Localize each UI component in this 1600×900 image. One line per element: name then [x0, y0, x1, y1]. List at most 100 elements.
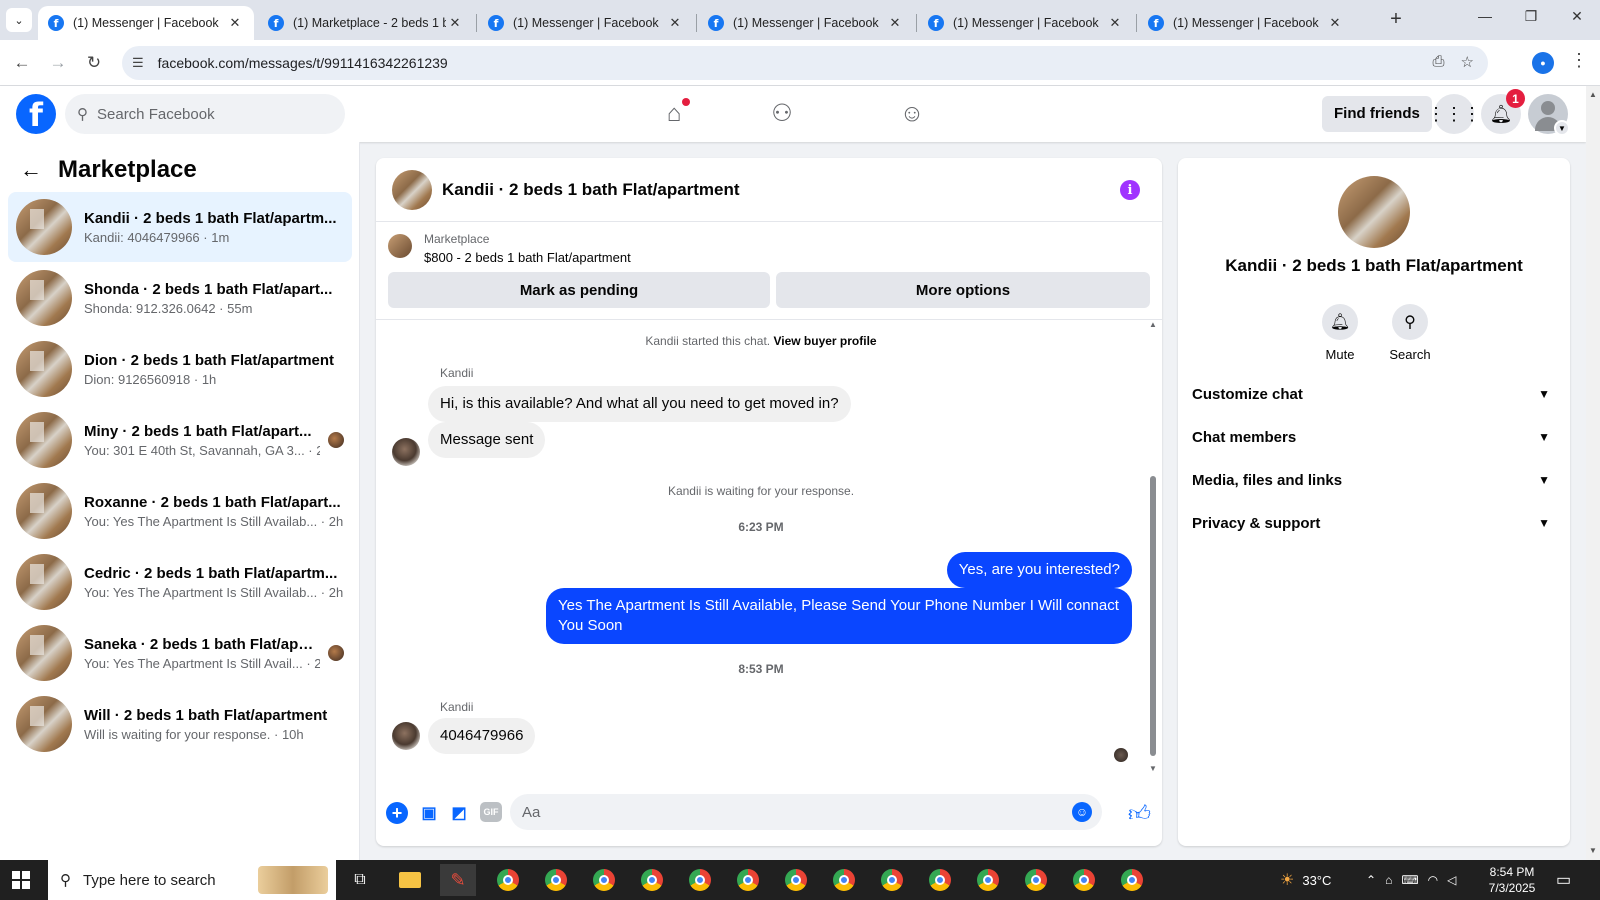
tab-close-icon[interactable]: ✕: [1326, 15, 1344, 31]
chrome-icon[interactable]: [586, 864, 622, 896]
chat-scrollbar[interactable]: ▲ ▼: [1148, 320, 1158, 773]
outgoing-message[interactable]: Yes, are you interested?: [946, 552, 1132, 588]
pinned-app-icon[interactable]: ✎: [440, 864, 476, 896]
back-arrow-icon[interactable]: ←: [10, 51, 34, 75]
bookmark-star-icon[interactable]: ☆: [1461, 53, 1474, 71]
address-bar[interactable]: ☰ facebook.com/messages/t/99114163422612…: [122, 46, 1488, 80]
tab-close-icon[interactable]: ✕: [1106, 15, 1124, 31]
sender-avatar[interactable]: [392, 438, 420, 466]
photo-icon[interactable]: ▣: [418, 802, 440, 824]
scroll-down-icon[interactable]: ▼: [1589, 846, 1597, 855]
chrome-icon[interactable]: [682, 864, 718, 896]
sender-avatar[interactable]: [392, 722, 420, 750]
conversation-item[interactable]: Dion · 2 beds 1 bath Flat/apartment Dion:…: [8, 334, 352, 404]
wifi-icon[interactable]: ◠: [1428, 873, 1438, 887]
groups-icon[interactable]: ☺: [892, 94, 932, 134]
chrome-icon[interactable]: [634, 864, 670, 896]
chrome-icon[interactable]: [1018, 864, 1054, 896]
volume-icon[interactable]: ◁: [1447, 873, 1456, 887]
chrome-icon[interactable]: [778, 864, 814, 896]
scroll-up-icon[interactable]: ▲: [1589, 90, 1597, 99]
network-icon[interactable]: ⌂: [1385, 873, 1392, 887]
browser-tab[interactable]: f (1) Marketplace - 2 beds 1 ba ✕: [258, 6, 474, 40]
thumbs-up-icon[interactable]: 👍︎: [1128, 800, 1151, 827]
tab-close-icon[interactable]: ✕: [446, 15, 464, 31]
account-avatar[interactable]: ▼: [1528, 94, 1570, 136]
scroll-down-icon[interactable]: ▼: [1149, 764, 1157, 773]
search-chat-button[interactable]: ⚲ Search: [1370, 304, 1450, 362]
tab-close-icon[interactable]: ✕: [226, 15, 244, 31]
section-media-files-links[interactable]: Media, files and links ▼: [1192, 460, 1554, 500]
browser-tab[interactable]: f (1) Messenger | Facebook ✕: [478, 6, 694, 40]
message-input[interactable]: Aa ☺: [510, 794, 1102, 830]
chrome-icon[interactable]: [922, 864, 958, 896]
scrollbar-thumb[interactable]: [1150, 476, 1156, 756]
chrome-icon[interactable]: [1114, 864, 1150, 896]
incoming-message[interactable]: Message sent: [428, 422, 546, 458]
notifications-bell-icon[interactable]: 🔔︎ 1: [1481, 89, 1525, 134]
chevron-up-icon[interactable]: ⌃: [1366, 873, 1376, 887]
listing-price[interactable]: $800 - 2 beds 1 bath Flat/apartment: [424, 250, 631, 265]
browser-tab[interactable]: f (1) Messenger | Facebook ✕: [1138, 6, 1354, 40]
file-explorer-icon[interactable]: [392, 864, 428, 896]
windows-start-icon[interactable]: [12, 871, 30, 889]
section-privacy-support[interactable]: Privacy & support ▼: [1192, 503, 1554, 543]
browser-tab[interactable]: f (1) Messenger | Facebook ✕: [38, 6, 254, 40]
chrome-icon[interactable]: [1066, 864, 1102, 896]
chrome-icon[interactable]: [730, 864, 766, 896]
chrome-icon[interactable]: [826, 864, 862, 896]
info-icon[interactable]: i: [1120, 180, 1140, 200]
input-method-icon[interactable]: ⌨: [1401, 873, 1418, 887]
section-chat-members[interactable]: Chat members ▼: [1192, 417, 1554, 457]
conversation-item[interactable]: Miny · 2 beds 1 bath Flat/apart... You: 3…: [8, 405, 352, 475]
conversation-item[interactable]: Roxanne · 2 beds 1 bath Flat/apart... You…: [8, 476, 352, 546]
gif-icon[interactable]: GIF: [480, 802, 502, 822]
mark-as-pending-button[interactable]: Mark as pending: [388, 272, 770, 308]
view-buyer-profile-link[interactable]: View buyer profile: [773, 334, 876, 348]
conversation-item[interactable]: Kandii · 2 beds 1 bath Flat/apartm... Kan…: [8, 192, 352, 262]
browser-menu-icon[interactable]: ⋮: [1570, 50, 1588, 71]
chrome-icon[interactable]: [874, 864, 910, 896]
section-customize-chat[interactable]: Customize chat ▼: [1192, 374, 1554, 414]
facebook-logo-icon[interactable]: f: [16, 94, 56, 134]
tab-close-icon[interactable]: ✕: [666, 15, 684, 31]
minimize-icon[interactable]: —: [1470, 8, 1500, 24]
chrome-icon[interactable]: [970, 864, 1006, 896]
conversation-item[interactable]: Cedric · 2 beds 1 bath Flat/apartm... You…: [8, 547, 352, 617]
taskbar-search-input[interactable]: ⚲ Type here to search: [48, 860, 336, 900]
site-info-icon[interactable]: ☰: [132, 55, 144, 71]
tab-close-icon[interactable]: ✕: [886, 15, 904, 31]
find-friends-button[interactable]: Find friends: [1322, 96, 1432, 132]
restore-icon[interactable]: ❐: [1516, 8, 1546, 25]
notification-center-icon[interactable]: ▭: [1556, 870, 1571, 890]
conversation-item[interactable]: Saneka · 2 beds 1 bath Flat/apar... You: …: [8, 618, 352, 688]
sticker-icon[interactable]: ◩: [448, 802, 470, 824]
plus-icon[interactable]: +: [386, 802, 408, 824]
install-app-icon[interactable]: ⎙: [1433, 53, 1445, 71]
browser-tab[interactable]: f (1) Messenger | Facebook ✕: [698, 6, 914, 40]
taskbar-clock[interactable]: 8:54 PM 7/3/2025: [1476, 864, 1548, 896]
incoming-message[interactable]: 4046479966: [428, 718, 536, 754]
menu-grid-icon[interactable]: ⋮⋮⋮: [1427, 94, 1481, 134]
weather-widget[interactable]: ☀ 33°C: [1280, 860, 1331, 900]
emoji-icon[interactable]: ☺: [1072, 802, 1092, 822]
chat-avatar[interactable]: [392, 169, 432, 210]
close-window-icon[interactable]: ✕: [1562, 8, 1592, 25]
conversation-item[interactable]: Will · 2 beds 1 bath Flat/apartment Will …: [8, 689, 352, 759]
scroll-up-icon[interactable]: ▲: [1149, 320, 1157, 329]
task-view-icon[interactable]: ⧉: [342, 864, 378, 896]
chrome-icon[interactable]: [538, 864, 574, 896]
back-arrow-icon[interactable]: ←: [20, 157, 42, 183]
chat-title[interactable]: Kandii · 2 beds 1 bath Flat/apartment: [442, 180, 740, 200]
tab-search-button[interactable]: ⌄: [6, 8, 32, 32]
page-scrollbar[interactable]: ▲ ▼: [1586, 86, 1600, 860]
new-tab-button[interactable]: +: [1384, 8, 1408, 31]
reload-icon[interactable]: ↻: [82, 51, 106, 75]
forward-arrow-icon[interactable]: →: [46, 51, 70, 75]
facebook-search-input[interactable]: ⚲ Search Facebook: [65, 94, 345, 134]
incoming-message[interactable]: Hi, is this available? And what all you …: [428, 386, 851, 422]
more-options-button[interactable]: More options: [776, 272, 1150, 308]
browser-tab[interactable]: f (1) Messenger | Facebook ✕: [918, 6, 1134, 40]
outgoing-message[interactable]: Yes The Apartment Is Still Available, Pl…: [546, 588, 1132, 644]
mute-button[interactable]: 🔔︎ Mute: [1300, 304, 1380, 362]
